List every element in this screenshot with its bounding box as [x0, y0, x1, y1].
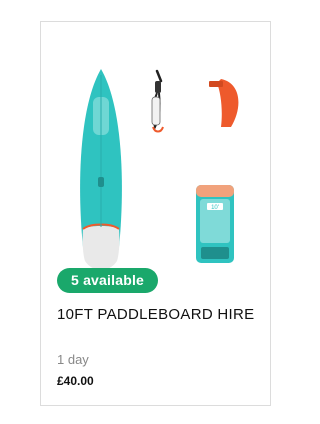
product-card[interactable]: 10' 5 available 10FT PADDLEBOARD HIRE 1 …	[40, 21, 271, 406]
product-price: £40.00	[57, 374, 94, 388]
rental-duration: 1 day	[57, 352, 89, 367]
product-title[interactable]: 10FT PADDLEBOARD HIRE	[57, 306, 254, 323]
availability-badge: 5 available	[57, 268, 159, 293]
product-image: 10'	[80, 69, 239, 270]
bag-size-label: 10'	[211, 205, 219, 211]
fin-illustration	[209, 79, 239, 127]
leash-illustration	[151, 69, 164, 133]
carry-bag-illustration: 10'	[196, 185, 234, 263]
paddleboard-illustration	[80, 69, 122, 270]
